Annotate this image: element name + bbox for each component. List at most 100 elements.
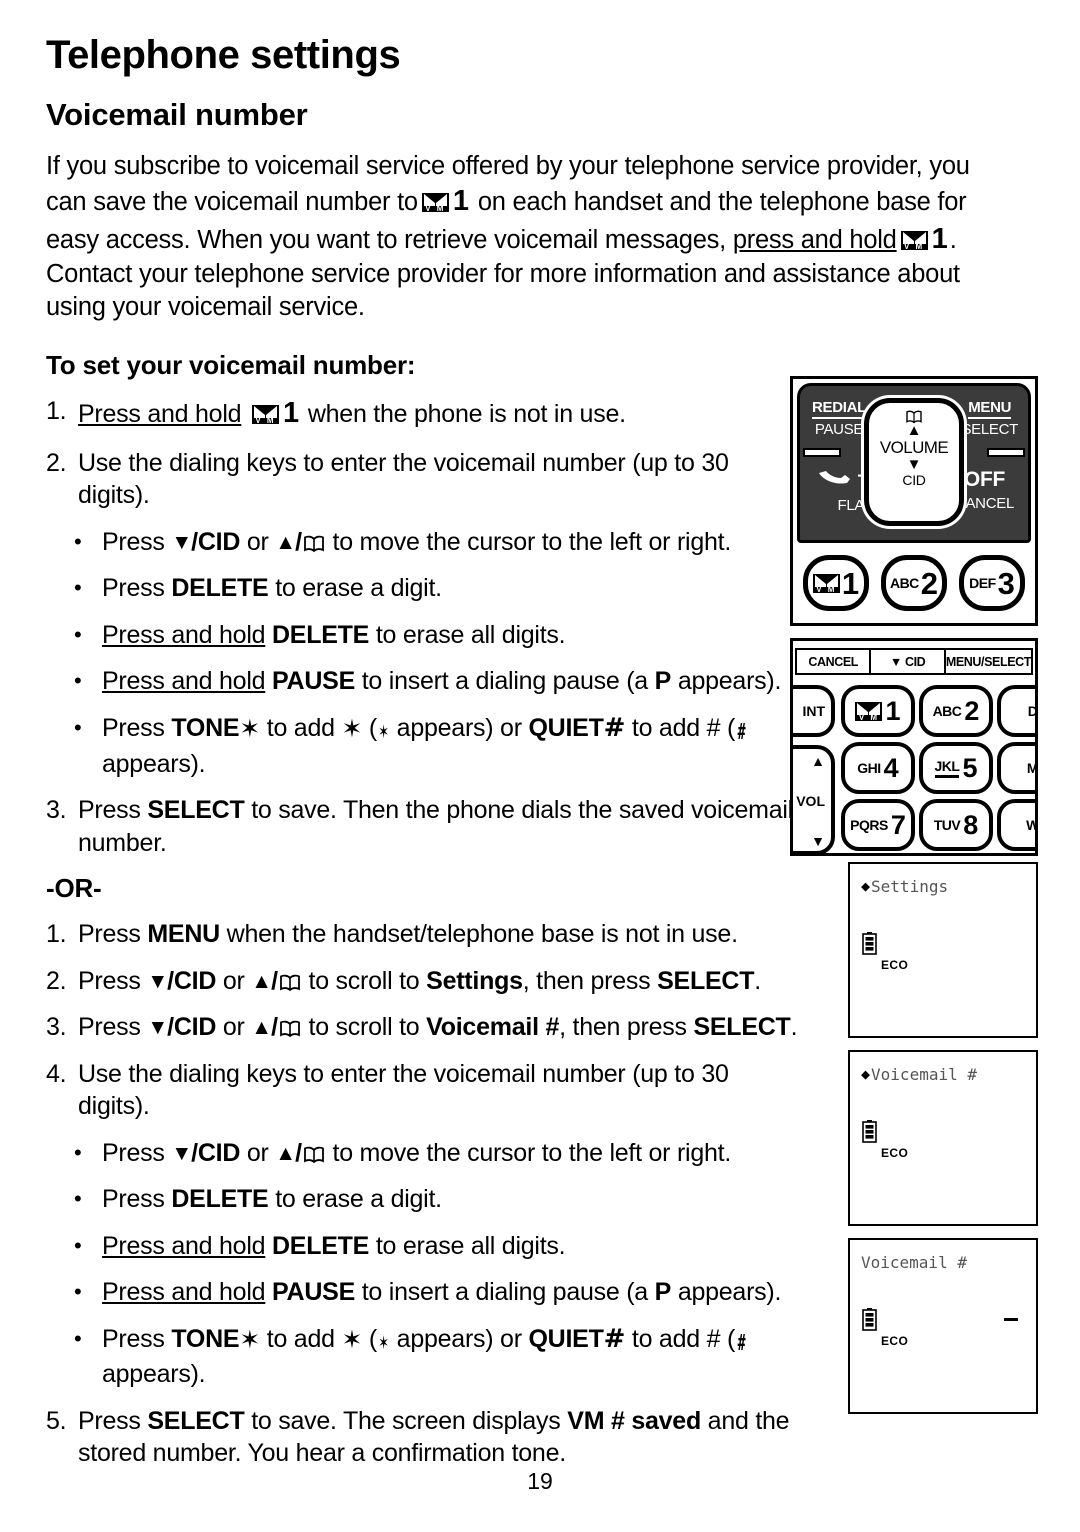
delete-key-label: DELETE	[271, 620, 370, 649]
howto-step-2: 2. Use the dialing keys to enter the voi…	[46, 447, 806, 512]
bullet-mid: to insert a dialing pause (a	[361, 667, 649, 696]
bullet-text: Press ▼/CID or ▲/ to move the cursor to …	[102, 526, 806, 559]
star-icon: ✶	[341, 713, 363, 743]
down-arrow-icon: ▼	[171, 530, 192, 554]
handset-left-bar	[803, 448, 841, 457]
base-key-8[interactable]: TUV 8	[919, 799, 993, 851]
key-digit: 2	[920, 565, 939, 601]
bullet-or: or	[246, 527, 269, 556]
bullet-text: Press and hold DELETE to erase all digit…	[102, 619, 806, 652]
page-title: Telephone settings	[46, 33, 401, 77]
bullet-mid3: to add # (	[631, 1324, 736, 1353]
base-softkey-cid[interactable]: ▼ CID	[871, 650, 946, 675]
handset-redial-pause-label: REDIAL PAUSE	[812, 399, 866, 439]
key-letters: DEF	[969, 575, 996, 591]
up-arrow-icon: ▲	[275, 530, 296, 554]
tone-key-label: TONE	[171, 1324, 240, 1353]
base-key-5[interactable]: JKL 5	[919, 742, 993, 794]
howto-step-3: 3. Press SELECT to save. Then the phone …	[46, 794, 806, 859]
phonebook-icon	[279, 968, 301, 991]
step-period: .	[754, 966, 761, 995]
key-letters: JKL	[934, 758, 960, 778]
select-label: SELECT	[961, 421, 1018, 439]
bullet-press: Press	[102, 1138, 165, 1167]
bullet-mid: to insert a dialing pause (a	[361, 1278, 649, 1307]
paren-open: (	[368, 1324, 377, 1353]
alt-bullet-cursor: • Press ▼/CID or ▲/ to move the cursor t…	[46, 1137, 806, 1170]
saved-label: saved	[631, 1406, 701, 1435]
key-letters: ABC	[889, 575, 919, 591]
bullet-tail: to erase a digit.	[275, 574, 442, 603]
base-int-key[interactable]: INT	[793, 685, 835, 737]
bullet-press: Press	[102, 574, 165, 603]
lcd-hash-icon: #	[737, 1330, 746, 1356]
voicemail-envelope-icon	[855, 701, 883, 722]
base-key-9[interactable]: W	[997, 799, 1035, 851]
alt-bullet-pause: • Press and hold PAUSE to insert a diali…	[46, 1276, 806, 1309]
press-and-hold: Press and hold	[102, 620, 266, 649]
redial-label: REDIAL	[812, 399, 866, 420]
base-volume-slider[interactable]: ▲ VOL ▼	[793, 745, 835, 853]
handset-right-bar	[987, 448, 1025, 457]
step-or: or	[222, 966, 245, 995]
handset-key-2[interactable]: ABC 2	[881, 555, 947, 611]
cid-key-label: /CID	[191, 527, 241, 556]
bullet-mid: to add	[266, 1324, 335, 1353]
step-press: Press	[78, 920, 141, 949]
step-number: 4.	[46, 1059, 67, 1088]
step-press: Press	[78, 1013, 141, 1042]
bullet-dot: •	[74, 1325, 82, 1351]
step-number: 5.	[46, 1406, 67, 1435]
base-softkey-cancel[interactable]: CANCEL	[795, 650, 872, 675]
base-key-6[interactable]: M	[997, 742, 1035, 794]
base-key-4[interactable]: GHI 4	[841, 742, 915, 794]
battery-icon	[862, 932, 877, 955]
pause-key-label: PAUSE	[271, 1278, 356, 1307]
handset-key-3[interactable]: DEF 3	[959, 555, 1025, 611]
howto-bullet-pause: • Press and hold PAUSE to insert a diali…	[46, 665, 806, 698]
key-digit: 1	[841, 565, 860, 601]
key-digit: 2	[964, 695, 980, 726]
base-softkey-row: CANCEL ▼ CID MENU/SELECT	[795, 648, 1033, 675]
bullet-text: Press TONE✶ to add ✶ (✶ appears) or QUIE…	[102, 712, 806, 780]
phonebook-icon	[279, 1014, 301, 1038]
base-softkey-menu-select[interactable]: MENU/SELECT	[945, 650, 1033, 675]
base-key-7[interactable]: PQRS 7	[841, 799, 915, 851]
slash: /	[271, 966, 278, 995]
handset-navigation-key[interactable]: ▲ VOLUME ▼ CID	[864, 398, 964, 526]
down-arrow-icon: ▼	[147, 1016, 168, 1040]
bullet-tail: to erase all digits.	[375, 620, 566, 649]
bullet-tail: appears).	[677, 667, 782, 696]
handset-key-1[interactable]: 1	[803, 555, 869, 611]
base-key-2[interactable]: ABC 2	[919, 685, 993, 737]
base-keypad-area: INT ▲ VOL ▼ 1 ABC 2 D	[793, 675, 1035, 853]
base-key-grid: 1 ABC 2 D GHI 4 JKL 5	[841, 685, 1035, 851]
key-digit: 1	[885, 695, 901, 726]
base-key-3[interactable]: D	[997, 685, 1035, 737]
step-number: 2.	[46, 966, 67, 995]
bullet-tail: appears).	[102, 1360, 206, 1389]
int-label: INT	[802, 703, 825, 719]
base-key-1[interactable]: 1	[841, 685, 915, 737]
step-press: Press	[78, 966, 141, 995]
up-arrow-icon: ▲	[906, 422, 922, 439]
section-title: Voicemail number	[46, 97, 308, 132]
step-text: Use the dialing keys to enter the voicem…	[78, 448, 729, 510]
bullet-text: Press TONE✶ to add ✶ (✶ appears) or QUIE…	[102, 1323, 806, 1391]
star-icon: ✶	[239, 1324, 261, 1354]
bullet-tail: appears).	[102, 749, 206, 778]
key-letters: GHI	[857, 760, 881, 776]
up-arrow-icon: ▲	[251, 969, 272, 993]
step-press: Press	[78, 796, 141, 825]
slash: /	[271, 1013, 278, 1042]
howto-bullet-tone-quiet: • Press TONE✶ to add ✶ (✶ appears) or QU…	[46, 712, 806, 780]
bullet-mid: to add	[266, 713, 335, 742]
text-cursor	[1004, 1318, 1018, 1321]
down-arrow-icon: ▼	[171, 1141, 192, 1165]
step-text: Press MENU when the handset/telephone ba…	[78, 918, 806, 951]
lcd-title: ◆Voicemail #	[861, 1065, 977, 1084]
key-1-label: 1	[282, 397, 300, 430]
bullet-press: Press	[102, 1324, 165, 1353]
settings-menu-label: Settings	[426, 966, 523, 995]
bullet-press: Press	[102, 1185, 165, 1214]
